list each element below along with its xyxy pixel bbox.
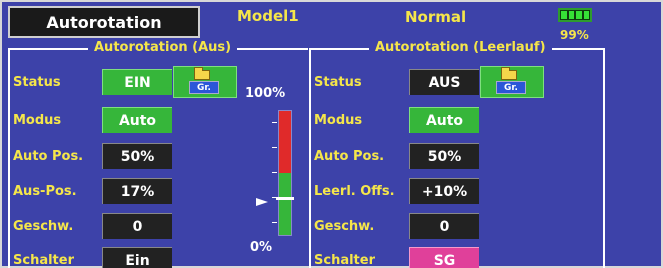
label-switch: Schalter [13, 252, 74, 268]
switch-right-value-button[interactable]: SG [409, 247, 479, 268]
folder-icon [501, 67, 517, 80]
row-auto-pos-right: Auto Pos. 50% [311, 139, 607, 173]
status-value-button[interactable]: EIN [102, 69, 172, 95]
panel-autorotation-off: Autorotation (Aus) Status EIN Gr. Modus … [8, 39, 310, 268]
panel-autorotation-idle: Autorotation (Leerlauf) Status AUS Gr. M… [309, 39, 607, 268]
row-status-right: Status AUS Gr. [311, 65, 607, 99]
panel-title-left: Autorotation (Aus) [88, 39, 238, 57]
page-title[interactable]: Autorotation [8, 6, 200, 38]
gauge-position-line [276, 197, 294, 200]
auto-pos-value-button[interactable]: 50% [102, 143, 172, 169]
label-idle-offset: Leerl. Offs. [314, 183, 395, 199]
folder-icon [194, 67, 210, 80]
condition-name: Normal [405, 8, 467, 26]
label-mode: Modus [13, 112, 62, 128]
row-idle-offset: Leerl. Offs. +10% [311, 174, 607, 208]
gauge-pointer-icon [256, 198, 268, 206]
gauge-green-fill [279, 173, 291, 235]
row-speed-right: Geschw. 0 [311, 209, 607, 243]
speed-right-value-button[interactable]: 0 [409, 213, 479, 239]
mode-value-button[interactable]: Auto [102, 107, 172, 133]
label-status: Status [13, 74, 61, 90]
panel-title-right: Autorotation (Leerlauf) [369, 39, 552, 57]
status-right-value-button[interactable]: AUS [409, 69, 479, 95]
battery-icon [558, 8, 592, 22]
row-mode-right: Modus Auto [311, 103, 607, 137]
off-pos-value-button[interactable]: 17% [102, 178, 172, 204]
label-status-right: Status [314, 74, 362, 90]
label-off-pos: Aus-Pos. [13, 183, 77, 199]
auto-pos-right-value-button[interactable]: 50% [409, 143, 479, 169]
group-label-right: Gr. [496, 81, 526, 94]
gauge-red-fill [279, 111, 291, 173]
model-name: Model1 [237, 7, 299, 25]
row-switch-right: Schalter SG [311, 243, 607, 268]
label-auto-pos: Auto Pos. [13, 148, 84, 164]
gauge-tick [272, 172, 277, 173]
gauge-tick [272, 222, 277, 223]
group-button-right[interactable]: Gr. [480, 66, 544, 98]
row-auto-pos: Auto Pos. 50% [10, 139, 310, 173]
gauge-top-label: 100% [245, 86, 286, 101]
label-auto-pos-right: Auto Pos. [314, 148, 385, 164]
battery-percent: 99% [560, 28, 589, 42]
page-title-text: Autorotation [46, 12, 162, 32]
row-speed: Geschw. 0 [10, 209, 310, 243]
label-speed-right: Geschw. [314, 218, 375, 234]
idle-offset-value-button[interactable]: +10% [409, 178, 479, 204]
gauge-tick [272, 122, 277, 123]
row-mode: Modus Auto [10, 103, 310, 137]
label-switch-right: Schalter [314, 252, 375, 268]
label-speed: Geschw. [13, 218, 74, 234]
gauge-tick [272, 147, 277, 148]
speed-value-button[interactable]: 0 [102, 213, 172, 239]
switch-value-button[interactable]: Ein [102, 247, 172, 268]
gauge-bottom-label: 0% [250, 240, 273, 255]
mode-right-value-button[interactable]: Auto [409, 107, 479, 133]
label-mode-right: Modus [314, 112, 363, 128]
group-button-left[interactable]: Gr. [173, 66, 237, 98]
autorotation-screen: Autorotation Model1 Normal 99% Autorotat… [0, 0, 663, 268]
group-label: Gr. [189, 81, 219, 94]
gauge-bar [278, 110, 292, 236]
